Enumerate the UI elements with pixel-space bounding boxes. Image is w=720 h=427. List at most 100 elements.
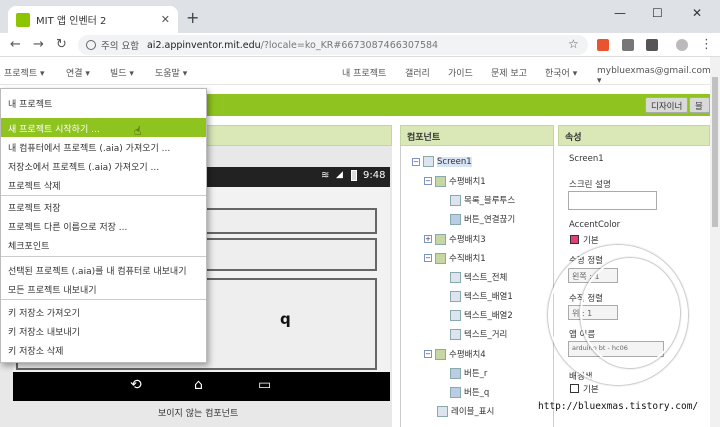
textbox-icon <box>450 309 461 321</box>
tree-node[interactable]: − 수평배치1 <box>424 175 486 187</box>
arrangement-icon <box>435 175 446 187</box>
menu-item-checkpoint[interactable]: 체크포인트 <box>1 235 206 254</box>
close-window-button[interactable]: ✕ <box>692 6 702 20</box>
tree-node[interactable]: 목록_블루투스 <box>450 194 515 206</box>
nonvisible-components-label: 보이지 않는 컴포넌트 <box>158 409 239 419</box>
menu-build[interactable]: 빌드 ▾ <box>110 66 134 79</box>
profile-avatar-icon[interactable] <box>676 39 688 51</box>
url-host: ai2.appinventor.mit.edu <box>146 39 261 51</box>
label-icon <box>437 405 448 417</box>
forward-button[interactable]: → <box>33 37 44 52</box>
phone-nav-bar: ⟲ ⌂ ▭ <box>13 372 390 401</box>
wifi-icon: ≋ <box>321 170 330 181</box>
tab-close-icon[interactable]: ✕ <box>161 13 170 26</box>
menu-project[interactable]: 프로젝트 ▾ <box>4 66 45 79</box>
arrangement-icon <box>435 348 446 360</box>
tree-node[interactable]: − 수직배치1 <box>424 252 486 264</box>
menu-item-save-project[interactable]: 프로젝트 저장 <box>1 197 206 216</box>
reload-button[interactable]: ↻ <box>56 37 67 52</box>
bookmark-star-icon[interactable]: ☆ <box>568 37 579 51</box>
tree-node[interactable]: 버튼_q <box>450 386 489 398</box>
tree-node[interactable]: 텍스트_배열1 <box>450 290 513 302</box>
nav-home-icon: ⌂ <box>194 377 203 393</box>
bg-value[interactable]: 기본 <box>583 383 599 395</box>
desc-label: 스크린 설명 <box>569 180 611 190</box>
tree-node[interactable]: − 수평배치4 <box>424 348 486 360</box>
desc-textarea[interactable] <box>568 191 657 210</box>
menu-divider <box>1 256 206 257</box>
nav-report[interactable]: 문제 보고 <box>491 66 527 79</box>
menu-item-export-selected[interactable]: 선택된 프로젝트 (.aia)를 내 컴퓨터로 내보내기 <box>1 260 206 279</box>
listpicker-icon <box>450 194 461 206</box>
menu-item-delete-project[interactable]: 프로젝트 삭제 <box>1 175 206 194</box>
project-dropdown-menu: 내 프로젝트 새 프로젝트 시작하기 ... 내 컴퓨터에서 프로젝트 (.ai… <box>0 88 207 363</box>
url-input[interactable]: 주의 요함 ai2.appinventor.mit.edu /?locale=k… <box>78 35 588 55</box>
url-path: /?locale=ko_KR#6673087466307584 <box>260 39 439 51</box>
menu-item-import-repo[interactable]: 저장소에서 프로젝트 (.aia) 가져오기 ... <box>1 156 206 175</box>
arrangement-icon <box>435 252 446 264</box>
account-menu[interactable]: mybluexmas@gmail.com ▾ <box>597 66 711 86</box>
menu-item-export-keystore[interactable]: 키 저장소 내보내기 <box>1 321 206 340</box>
bg-color-swatch[interactable] <box>570 384 579 393</box>
maximize-button[interactable]: ☐ <box>652 6 663 20</box>
nav-recent-icon: ▭ <box>258 377 272 393</box>
new-tab-button[interactable]: + <box>186 8 199 27</box>
menu-item-delete-keystore[interactable]: 키 저장소 삭제 <box>1 340 206 359</box>
page-scrollbar[interactable] <box>710 57 720 427</box>
accent-label: AccentColor <box>569 220 621 230</box>
collapse-icon[interactable]: − <box>412 157 420 166</box>
expand-icon[interactable]: + <box>424 235 432 243</box>
browser-menu-icon[interactable]: ⋮ <box>700 37 713 52</box>
tree-node[interactable]: + 수평배치3 <box>424 233 486 245</box>
collapse-icon[interactable]: − <box>424 350 432 358</box>
app-inventor-favicon-icon <box>16 12 30 27</box>
extension-icon[interactable] <box>646 39 658 51</box>
accent-value[interactable]: 기본 <box>583 234 599 246</box>
collapse-icon[interactable]: − <box>424 177 432 185</box>
back-button[interactable]: ← <box>10 37 21 52</box>
textbox-icon <box>450 328 461 340</box>
scrollbar-thumb[interactable] <box>712 77 718 227</box>
menu-item-my-projects[interactable]: 내 프로젝트 <box>1 93 206 112</box>
accent-color-swatch[interactable] <box>570 235 579 244</box>
screen-icon <box>423 156 434 167</box>
nav-my-projects[interactable]: 내 프로젝트 <box>342 66 386 79</box>
tree-node-screen[interactable]: − Screen1 <box>412 156 472 167</box>
tree-node[interactable]: 텍스트_배열2 <box>450 309 513 321</box>
nav-back-icon: ⟲ <box>130 377 142 393</box>
menu-item-export-all[interactable]: 모든 프로젝트 내보내기 <box>1 279 206 298</box>
nav-guide[interactable]: 가이드 <box>448 66 473 79</box>
button-q[interactable]: q <box>280 310 291 328</box>
menu-connect[interactable]: 연결 ▾ <box>66 66 90 79</box>
textbox-icon <box>450 271 461 283</box>
menu-help[interactable]: 도움말 ▾ <box>155 66 187 79</box>
properties-header: 속성 <box>558 125 710 146</box>
tab-title: MIT 앱 인벤터 2 <box>36 16 107 27</box>
tree-node[interactable]: 버튼_연결끊기 <box>450 213 515 225</box>
menu-item-new-project[interactable]: 새 프로젝트 시작하기 ... <box>1 118 206 137</box>
extension-icon[interactable] <box>597 39 609 51</box>
collapse-icon[interactable]: − <box>424 254 432 262</box>
nav-gallery[interactable]: 갤러리 <box>405 66 430 79</box>
properties-title: Screen1 <box>569 154 604 164</box>
minimize-button[interactable]: — <box>614 6 626 20</box>
textbox-icon <box>450 290 461 302</box>
tree-node[interactable]: 텍스트_전체 <box>450 271 507 283</box>
designer-button[interactable]: 디자이너 <box>645 97 689 113</box>
language-select[interactable]: 한국어 ▾ <box>545 66 577 79</box>
browser-tab[interactable]: MIT 앱 인벤터 2 ✕ <box>8 6 178 33</box>
info-icon[interactable] <box>86 40 96 50</box>
menu-item-import-computer[interactable]: 내 컴퓨터에서 프로젝트 (.aia) 가져오기 ... <box>1 137 206 156</box>
signal-icon: ◢ <box>336 170 343 180</box>
tree-node[interactable]: 레이블_표시 <box>437 405 494 417</box>
menu-item-save-as[interactable]: 프로젝트 다른 이름으로 저장 ... <box>1 216 206 235</box>
tree-node[interactable]: 버튼_r <box>450 367 487 379</box>
button-icon <box>450 386 461 398</box>
tree-node[interactable]: 텍스트_거리 <box>450 328 507 340</box>
address-bar: ← → ↻ 주의 요함 ai2.appinventor.mit.edu /?lo… <box>0 33 720 57</box>
extension-icon[interactable] <box>622 39 634 51</box>
menu-item-import-keystore[interactable]: 키 저장소 가져오기 <box>1 302 206 321</box>
components-tree <box>400 146 554 427</box>
components-header: 컴포넌트 <box>400 125 554 146</box>
blocks-button[interactable]: 블록 <box>689 97 710 113</box>
